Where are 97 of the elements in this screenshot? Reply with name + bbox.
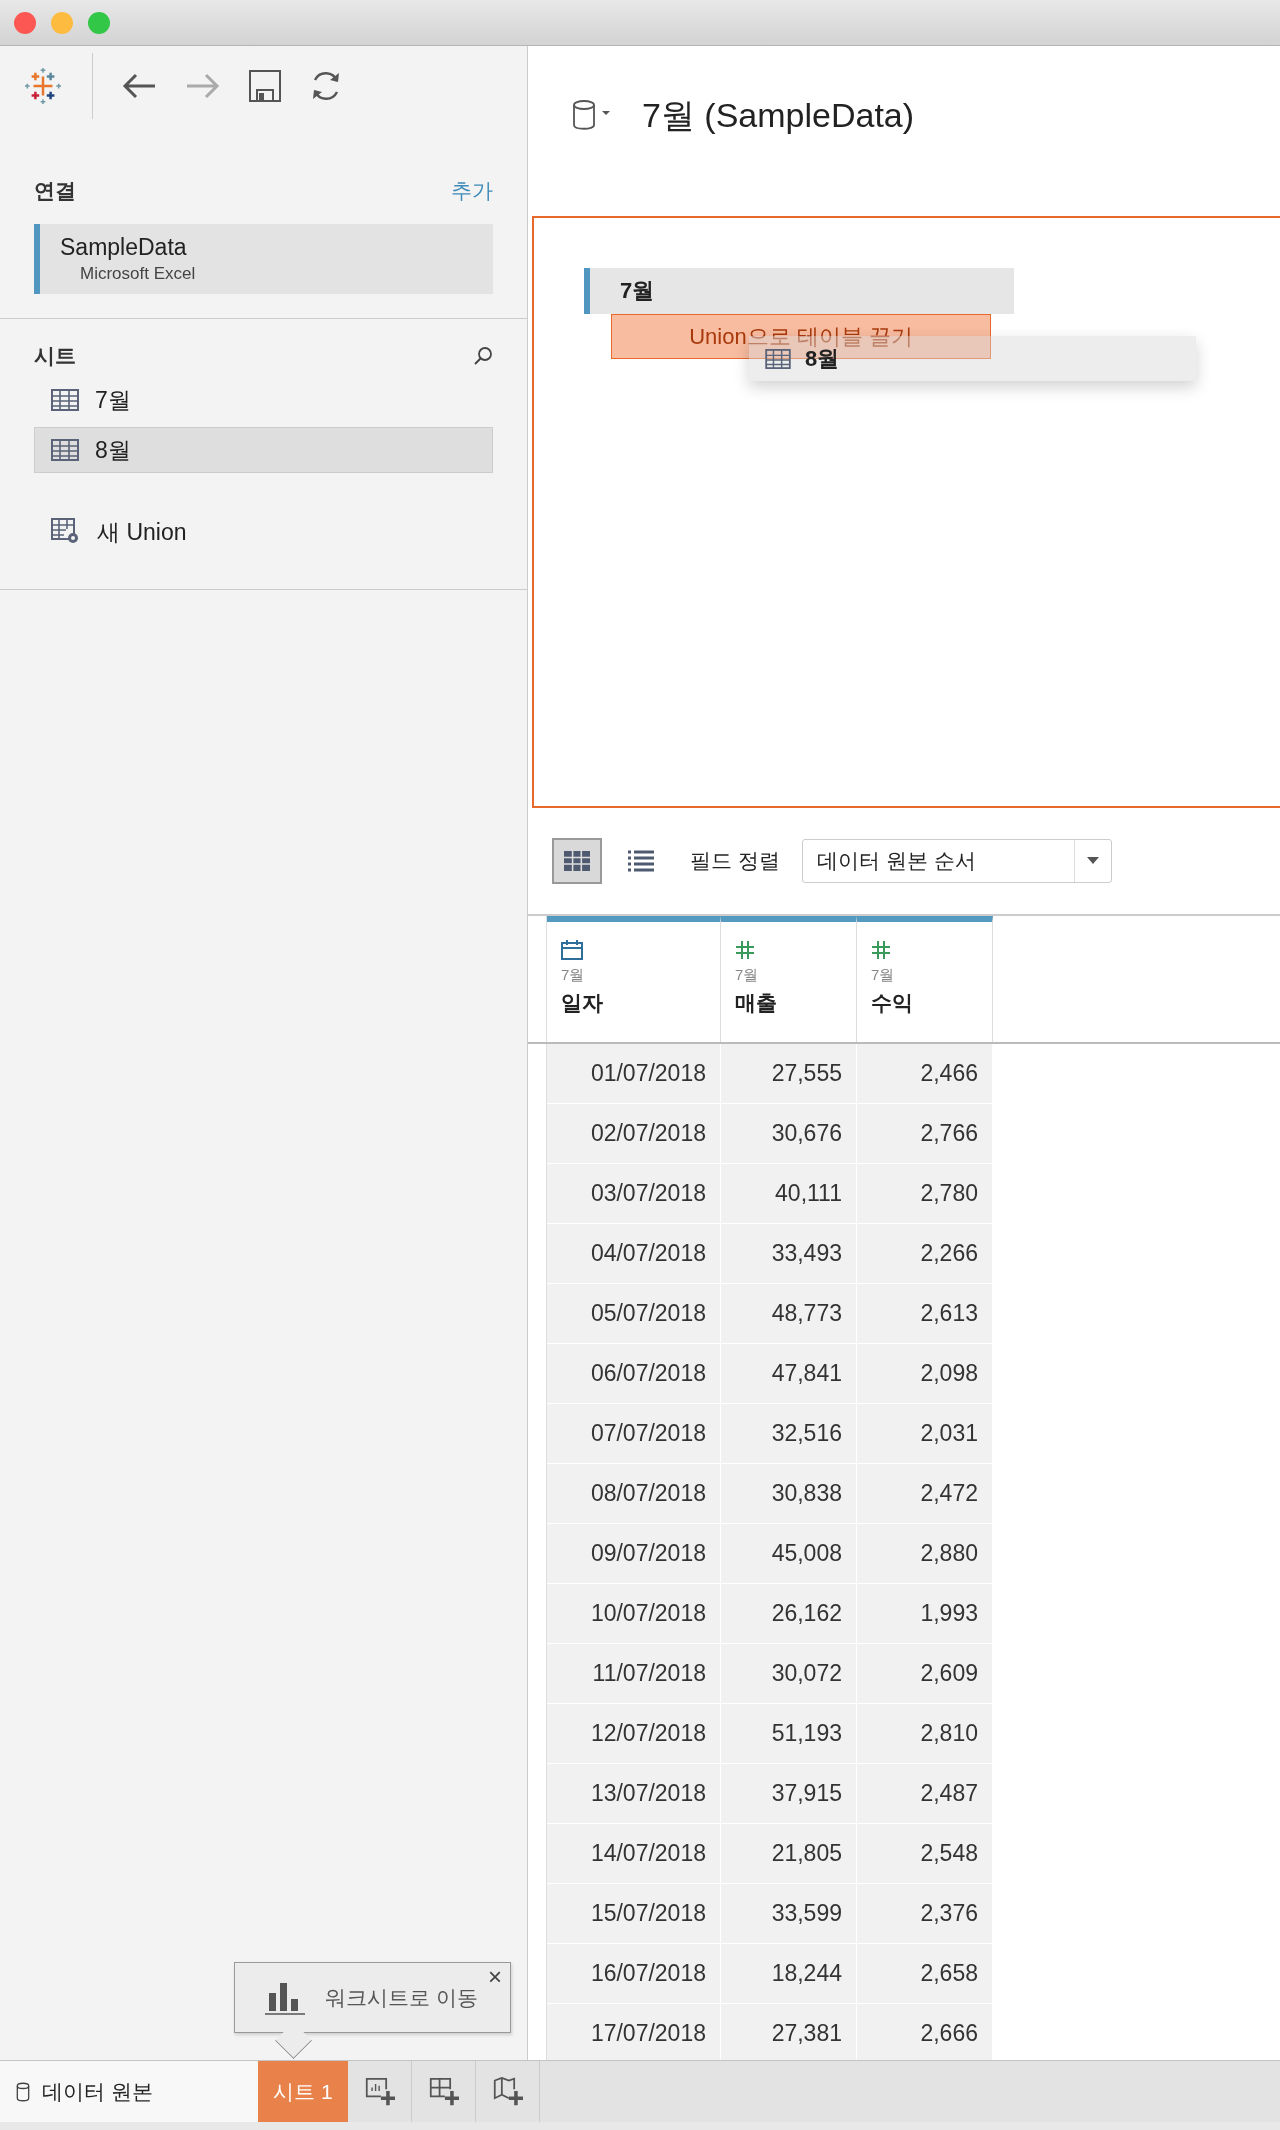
table-cell: 1,993 xyxy=(857,1584,993,1644)
table-cell: 30,676 xyxy=(721,1104,857,1164)
table-cell: 45,008 xyxy=(721,1524,857,1584)
save-icon[interactable] xyxy=(249,70,281,102)
table-cell: 47,841 xyxy=(721,1344,857,1404)
table-cell: 37,915 xyxy=(721,1764,857,1824)
table-cell: 06/07/2018 xyxy=(547,1344,721,1404)
back-arrow-icon[interactable] xyxy=(121,71,157,101)
table-cell: 15/07/2018 xyxy=(547,1884,721,1944)
hash-icon xyxy=(735,940,755,960)
sheet-item[interactable]: 7월 xyxy=(34,377,493,423)
table-cell: 26,162 xyxy=(721,1584,857,1644)
table-cell: 27,381 xyxy=(721,2004,857,2060)
table-cell: 2,376 xyxy=(857,1884,993,1944)
sheet-item[interactable]: 8월 xyxy=(34,427,493,473)
table-cell: 2,613 xyxy=(857,1284,993,1344)
connection-type: Microsoft Excel xyxy=(79,264,197,284)
section-heading: 연결 xyxy=(34,178,76,204)
table-icon xyxy=(51,389,79,411)
table-cell: 48,773 xyxy=(721,1284,857,1344)
table-cell: 2,666 xyxy=(857,2004,993,2060)
sort-dropdown[interactable]: 데이터 원본 순서 xyxy=(801,839,1112,883)
table-cell: 14/07/2018 xyxy=(547,1824,721,1884)
table-cell: 10/07/2018 xyxy=(547,1584,721,1644)
canvas-table[interactable]: 7월 xyxy=(584,268,1014,314)
table-icon xyxy=(765,348,791,369)
column-source: 7월 xyxy=(735,966,759,985)
hash-icon xyxy=(871,940,891,960)
sheet-label: 8월 xyxy=(95,435,131,465)
table-cell: 2,548 xyxy=(857,1824,993,1884)
table-cell: 18,244 xyxy=(721,1944,857,2004)
book-plus-icon xyxy=(492,2076,523,2107)
table-cell: 2,658 xyxy=(857,1944,993,2004)
table-cell: 30,072 xyxy=(721,1644,857,1704)
bar-chart-icon xyxy=(265,1980,307,2015)
table-cell: 32,516 xyxy=(721,1404,857,1464)
search-icon[interactable] xyxy=(473,346,493,366)
connection-item[interactable]: SampleData Microsoft Excel xyxy=(34,224,493,294)
table-cell: 11/07/2018 xyxy=(547,1644,721,1704)
table-cell: 08/07/2018 xyxy=(547,1464,721,1524)
grid-icon xyxy=(564,851,590,871)
table-cell: 05/07/2018 xyxy=(547,1284,721,1344)
table-cell: 07/07/2018 xyxy=(547,1404,721,1464)
column-name: 수익 xyxy=(871,990,913,1016)
sheet-label: 7월 xyxy=(95,385,131,415)
table-cell: 17/07/2018 xyxy=(547,2004,721,2060)
grid-plus-icon xyxy=(428,2076,459,2107)
table-cell: 2,098 xyxy=(857,1344,993,1404)
list-icon xyxy=(628,850,654,872)
table-icon xyxy=(51,439,79,461)
table-cell: 16/07/2018 xyxy=(547,1944,721,2004)
table-cell: 27,555 xyxy=(721,1044,857,1104)
table-cell: 2,266 xyxy=(857,1224,993,1284)
table-cell: 2,780 xyxy=(857,1164,993,1224)
table-cell: 2,472 xyxy=(857,1464,993,1524)
table-cell: 12/07/2018 xyxy=(547,1704,721,1764)
table-cell: 40,111 xyxy=(721,1164,857,1224)
column-source: 7월 xyxy=(871,966,895,985)
database-dropdown-icon[interactable] xyxy=(572,99,612,133)
column-name: 매출 xyxy=(735,990,777,1016)
grid-view-button[interactable] xyxy=(552,838,602,884)
table-cell: 30,838 xyxy=(721,1464,857,1524)
table-gear-icon xyxy=(51,518,81,546)
caret-icon xyxy=(1086,857,1099,865)
section-heading: 시트 xyxy=(34,343,76,369)
table-cell: 13/07/2018 xyxy=(547,1764,721,1824)
logo-icon[interactable] xyxy=(24,67,62,105)
table-cell: 03/07/2018 xyxy=(547,1164,721,1224)
column-source: 7월 xyxy=(561,966,585,985)
table-cell: 2,487 xyxy=(857,1764,993,1824)
chart-plus-icon xyxy=(364,2076,395,2107)
tooltip-text: 워크시트로 이동 xyxy=(325,1984,478,2011)
table-cell: 2,466 xyxy=(857,1044,993,1104)
table-cell: 09/07/2018 xyxy=(547,1524,721,1584)
data-source-title: 7월 (SampleData) xyxy=(642,95,915,136)
table-cell: 2,766 xyxy=(857,1104,993,1164)
table-cell: 2,810 xyxy=(857,1704,993,1764)
data-source-label: 데이터 원본 xyxy=(42,2078,153,2105)
sort-label: 필드 정렬 xyxy=(690,848,780,874)
new-union-label: 새 Union xyxy=(97,517,187,547)
close-button[interactable]: × xyxy=(488,1965,502,1989)
table-cell: 33,599 xyxy=(721,1884,857,1944)
connection-name: SampleData xyxy=(60,234,188,261)
table-cell: 01/07/2018 xyxy=(547,1044,721,1104)
calendar-icon xyxy=(561,940,583,960)
column-name: 일자 xyxy=(561,990,603,1016)
database-icon xyxy=(16,2081,30,2102)
table-cell: 2,880 xyxy=(857,1524,993,1584)
table-cell: 04/07/2018 xyxy=(547,1224,721,1284)
table-cell: 2,031 xyxy=(857,1404,993,1464)
table-cell: 2,609 xyxy=(857,1644,993,1704)
table-cell: 33,493 xyxy=(721,1224,857,1284)
table-cell: 51,193 xyxy=(721,1704,857,1764)
table-cell: 21,805 xyxy=(721,1824,857,1884)
table-cell: 02/07/2018 xyxy=(547,1104,721,1164)
data-source-tab[interactable]: 데이터 원본 xyxy=(0,2061,258,2122)
new-union-item[interactable]: 새 Union xyxy=(34,509,493,555)
